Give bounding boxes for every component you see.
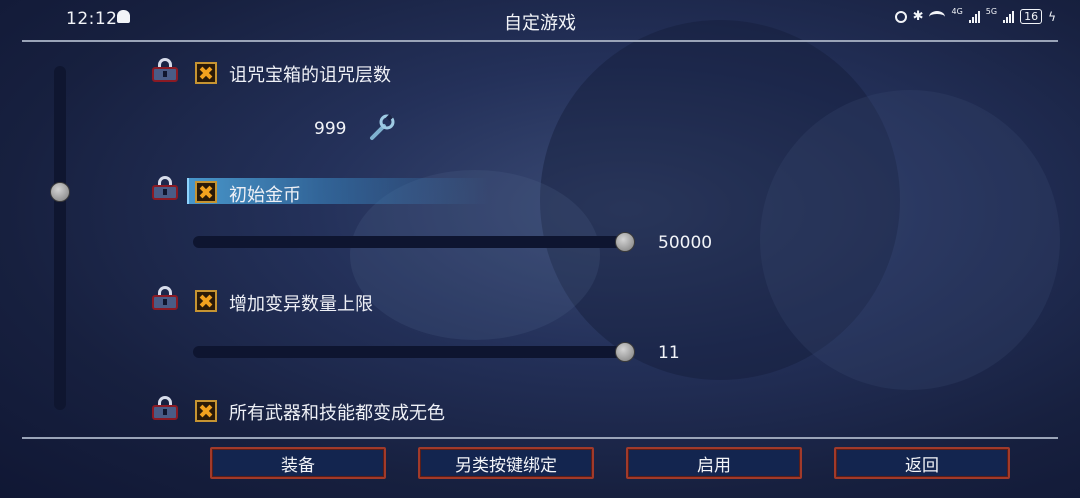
alarm-icon — [894, 10, 907, 23]
bluetooth-icon: ✱ — [912, 9, 924, 24]
signal-icon — [968, 10, 980, 23]
option-label-starting-gold: 初始金币 — [229, 185, 301, 206]
scrollbar-track[interactable] — [54, 66, 66, 410]
bottom-divider — [22, 437, 1058, 439]
background-silhouette — [540, 20, 900, 380]
status-icons: ✱ 4G 5G 16 ϟ — [894, 7, 1056, 24]
alt-keybind-button[interactable]: 另类按键绑定 — [418, 447, 594, 479]
mutation-limit-slider[interactable] — [193, 346, 625, 358]
wrench-icon[interactable] — [366, 112, 396, 142]
option-label-colorless-weapons: 所有武器和技能都变成无色 — [229, 403, 445, 424]
checkbox-curse-chest-layers[interactable] — [195, 62, 217, 84]
status-bar: 12:12 自定游戏 ✱ 4G 5G 16 ϟ — [0, 0, 1080, 40]
starting-gold-slider-knob[interactable] — [615, 232, 635, 252]
lock-icon[interactable] — [152, 58, 178, 82]
starting-gold-value: 50000 — [658, 233, 713, 253]
curse-layers-value: 999 — [314, 119, 347, 139]
option-label-mutation-limit: 增加变异数量上限 — [229, 294, 373, 315]
lock-icon[interactable] — [152, 286, 178, 310]
starting-gold-slider[interactable] — [193, 236, 625, 248]
enable-button[interactable]: 启用 — [626, 447, 802, 479]
network-type-label: 4G — [951, 7, 963, 16]
checkbox-starting-gold[interactable] — [195, 181, 217, 203]
equip-button[interactable]: 装备 — [210, 447, 386, 479]
signal-icon — [1003, 10, 1015, 23]
network-type-label: 5G — [985, 7, 998, 16]
scrollbar-thumb[interactable] — [50, 182, 70, 202]
option-label-curse-chest-layers: 诅咒宝箱的诅咒层数 — [229, 65, 391, 86]
checkbox-colorless-weapons[interactable] — [195, 400, 217, 422]
wifi-icon — [929, 10, 946, 23]
checkbox-mutation-limit[interactable] — [195, 290, 217, 312]
charging-icon: ϟ — [1048, 9, 1056, 24]
mutation-limit-value: 11 — [658, 343, 680, 363]
back-button[interactable]: 返回 — [834, 447, 1010, 479]
background-silhouette — [760, 90, 1060, 390]
top-divider — [22, 40, 1058, 42]
battery-icon: 16 — [1020, 9, 1043, 24]
lock-icon[interactable] — [152, 396, 178, 420]
mutation-limit-slider-knob[interactable] — [615, 342, 635, 362]
lock-icon[interactable] — [152, 176, 178, 200]
